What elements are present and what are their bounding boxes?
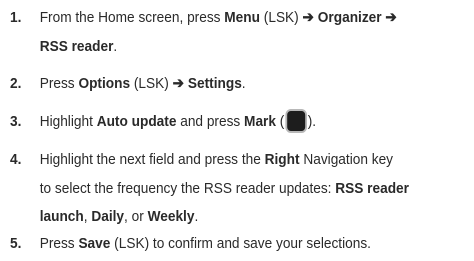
options-key-label: Options [78,75,131,92]
step-number: 3. [10,113,22,130]
text-run: Press [39,235,79,252]
arrow-icon: ➔ [381,9,397,26]
step-number: 4. [10,151,22,168]
right-key-label: Right [264,151,300,168]
step-line: Highlight Auto update and press Mark (). [40,108,316,137]
text-run: ( [275,113,285,130]
text-run: Highlight the next field and press the [39,151,265,168]
organizer-label: Organizer [313,9,382,26]
step-line: Press Options (LSK) ➔ Settings. [40,70,246,99]
text-run: Press [39,75,79,92]
menu-key-label: Menu [224,9,260,26]
step-text: Highlight Auto update and press Mark (). [40,108,316,137]
instruction-document: 1. From the Home screen, press Menu (LSK… [0,0,474,261]
step-line: launch, Daily, or Weekly. [40,203,409,232]
daily-label: Daily [91,208,125,225]
weekly-label: Weekly [147,208,195,225]
text-run: Navigation key [299,151,394,168]
settings-label: Settings [184,75,242,92]
step-text: Press Save (LSK) to confirm and save you… [40,230,371,259]
step-text: Highlight the next field and press the R… [40,146,409,232]
text-run: . [241,75,246,92]
step-line: RSS reader. [40,33,397,62]
step-number: 1. [10,9,22,26]
launch-label: launch [39,208,84,225]
step-line: Highlight the next field and press the R… [40,146,409,175]
text-run: . [113,37,118,55]
step-text: Press Options (LSK) ➔ Settings. [40,70,246,99]
text-run: (LSK) to confirm and save your selection… [110,235,371,252]
text-run: Highlight [39,113,97,130]
save-key-label: Save [78,235,111,252]
text-run: (LSK) [259,9,303,26]
text-run: ). [307,113,317,130]
rss-reader-label: RSS reader [39,37,114,55]
text-run: , or [124,208,148,225]
auto-update-label: Auto update [96,113,177,130]
arrow-icon: ➔ [172,75,185,92]
center-select-key-icon [285,109,307,133]
step-line: Press Save (LSK) to confirm and save you… [40,230,371,259]
text-run: and press [176,113,245,130]
step-number: 2. [10,75,22,92]
text-run: . [194,208,199,225]
step-line: From the Home screen, press Menu (LSK) ➔… [40,4,397,33]
step-number: 5. [10,235,22,252]
text-run: From the Home screen, press [39,9,225,26]
step-line: to select the frequency the RSS reader u… [40,175,409,204]
step-text: From the Home screen, press Menu (LSK) ➔… [40,4,397,61]
text-run: to select the frequency the RSS reader u… [39,179,336,197]
text-run: (LSK) [130,75,173,92]
rss-reader-launch-label: RSS reader [335,179,409,197]
mark-key-label: Mark [244,113,276,130]
arrow-icon: ➔ [302,9,314,26]
